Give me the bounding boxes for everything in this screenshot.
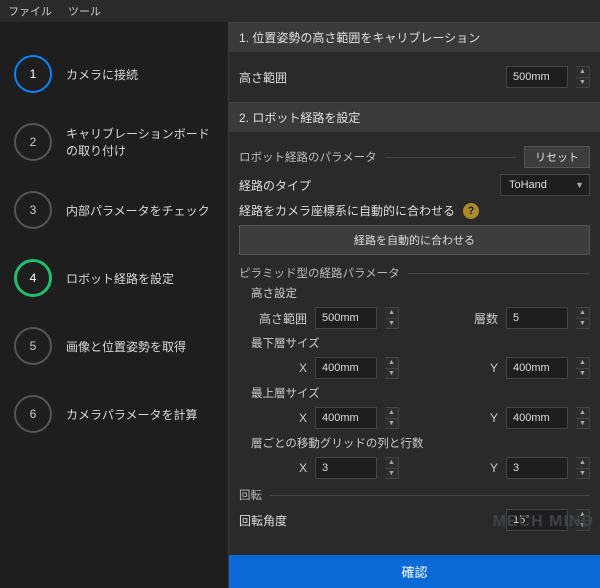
- step-2-circle: 2: [14, 123, 52, 161]
- auto-fit-button[interactable]: 経路を自動的に合わせる: [239, 225, 590, 255]
- chevron-up-icon[interactable]: ▲: [576, 408, 589, 419]
- step-3-circle: 3: [14, 191, 52, 229]
- rotation-angle-label: 回転角度: [239, 512, 287, 529]
- top-size-label: 最上層サイズ: [251, 385, 590, 401]
- layers-label: 層数: [466, 310, 498, 327]
- chevron-up-icon[interactable]: ▲: [385, 358, 398, 369]
- height-range-input[interactable]: [506, 66, 568, 88]
- chevron-up-icon[interactable]: ▲: [385, 308, 398, 319]
- grid-x-label: X: [251, 461, 307, 475]
- grid-label: 層ごとの移動グリッドの列と行数: [251, 435, 590, 451]
- route-params-group-label: ロボット経路のパラメータ: [239, 149, 377, 165]
- chevron-down-icon[interactable]: ▼: [576, 469, 589, 479]
- step-3-label: 内部パラメータをチェック: [66, 202, 210, 219]
- bottom-x-input[interactable]: [315, 357, 377, 379]
- chevron-down-icon[interactable]: ▼: [576, 78, 589, 88]
- rotation-angle-input[interactable]: [506, 509, 568, 531]
- chevron-up-icon[interactable]: ▲: [385, 408, 398, 419]
- pyr-height-range-input[interactable]: [315, 307, 377, 329]
- step-4-circle: 4: [14, 259, 52, 297]
- reset-button[interactable]: リセット: [524, 146, 590, 168]
- bottom-y-label: Y: [482, 361, 498, 375]
- chevron-down-icon[interactable]: ▼: [576, 419, 589, 429]
- step-5[interactable]: 5 画像と位置姿勢を取得: [14, 312, 218, 380]
- step-5-label: 画像と位置姿勢を取得: [66, 338, 186, 355]
- content: 1 カメラに接続 2 キャリブレーションボードの取り付け 3 内部パラメータをチ…: [0, 22, 600, 588]
- step-2-label: キャリブレーションボードの取り付け: [66, 125, 218, 159]
- sidebar: 1 カメラに接続 2 キャリブレーションボードの取り付け 3 内部パラメータをチ…: [0, 22, 228, 588]
- bottom-x-spinner[interactable]: ▲▼: [385, 357, 399, 379]
- menubar: ファイル ツール: [0, 0, 600, 22]
- chevron-down-icon[interactable]: ▼: [385, 319, 398, 329]
- step-3[interactable]: 3 内部パラメータをチェック: [14, 176, 218, 244]
- chevron-up-icon[interactable]: ▲: [576, 308, 589, 319]
- grid-y-input[interactable]: [506, 457, 568, 479]
- rotation-angle-spinner[interactable]: ▲▼: [576, 509, 590, 531]
- step-5-circle: 5: [14, 327, 52, 365]
- height-range-spinner[interactable]: ▲▼: [576, 66, 590, 88]
- step-1[interactable]: 1 カメラに接続: [14, 40, 218, 108]
- chevron-up-icon[interactable]: ▲: [576, 67, 589, 78]
- chevron-down-icon[interactable]: ▼: [576, 319, 589, 329]
- grid-x-input[interactable]: [315, 457, 377, 479]
- layers-input[interactable]: [506, 307, 568, 329]
- section-2-header: 2. ロボット経路を設定: [229, 102, 600, 132]
- step-6[interactable]: 6 カメラパラメータを計算: [14, 380, 218, 448]
- chevron-down-icon[interactable]: ▼: [576, 521, 589, 531]
- step-6-circle: 6: [14, 395, 52, 433]
- main-panel: 1. 位置姿勢の高さ範囲をキャリブレーション 高さ範囲 ▲▼ 2. ロボット経路…: [228, 22, 600, 588]
- chevron-down-icon[interactable]: ▼: [576, 369, 589, 379]
- section-1-header: 1. 位置姿勢の高さ範囲をキャリブレーション: [229, 22, 600, 52]
- top-x-spinner[interactable]: ▲▼: [385, 407, 399, 429]
- top-y-spinner[interactable]: ▲▼: [576, 407, 590, 429]
- step-1-label: カメラに接続: [66, 66, 138, 83]
- confirm-button[interactable]: 確認: [229, 555, 600, 588]
- step-1-circle: 1: [14, 55, 52, 93]
- chevron-down-icon[interactable]: ▼: [385, 419, 398, 429]
- chevron-up-icon[interactable]: ▲: [576, 358, 589, 369]
- height-setting-label: 高さ設定: [251, 285, 590, 301]
- chevron-down-icon[interactable]: ▼: [385, 469, 398, 479]
- bottom-y-spinner[interactable]: ▲▼: [576, 357, 590, 379]
- step-4-label: ロボット経路を設定: [66, 270, 174, 287]
- layers-spinner[interactable]: ▲▼: [576, 307, 590, 329]
- top-y-input[interactable]: [506, 407, 568, 429]
- route-type-select[interactable]: ToHand: [500, 174, 590, 196]
- rotation-group-label: 回転: [239, 487, 262, 503]
- grid-y-label: Y: [482, 461, 498, 475]
- top-y-label: Y: [482, 411, 498, 425]
- bottom-y-input[interactable]: [506, 357, 568, 379]
- chevron-down-icon[interactable]: ▼: [385, 369, 398, 379]
- top-x-input[interactable]: [315, 407, 377, 429]
- help-icon[interactable]: ?: [463, 203, 479, 219]
- grid-y-spinner[interactable]: ▲▼: [576, 457, 590, 479]
- route-type-label: 経路のタイプ: [239, 177, 311, 194]
- pyr-height-range-label: 高さ範囲: [251, 310, 307, 327]
- chevron-up-icon[interactable]: ▲: [576, 458, 589, 469]
- height-range-label: 高さ範囲: [239, 69, 287, 86]
- step-2[interactable]: 2 キャリブレーションボードの取り付け: [14, 108, 218, 176]
- bottom-x-label: X: [251, 361, 307, 375]
- auto-fit-label: 経路をカメラ座標系に自動的に合わせる: [239, 202, 455, 219]
- chevron-up-icon[interactable]: ▲: [576, 510, 589, 521]
- pyramid-group-label: ピラミッド型の経路パラメータ: [239, 265, 400, 281]
- pyr-height-range-spinner[interactable]: ▲▼: [385, 307, 399, 329]
- step-4[interactable]: 4 ロボット経路を設定: [14, 244, 218, 312]
- top-x-label: X: [251, 411, 307, 425]
- step-6-label: カメラパラメータを計算: [66, 406, 198, 423]
- menu-file[interactable]: ファイル: [8, 3, 52, 19]
- menu-tools[interactable]: ツール: [68, 3, 101, 19]
- grid-x-spinner[interactable]: ▲▼: [385, 457, 399, 479]
- bottom-size-label: 最下層サイズ: [251, 335, 590, 351]
- chevron-up-icon[interactable]: ▲: [385, 458, 398, 469]
